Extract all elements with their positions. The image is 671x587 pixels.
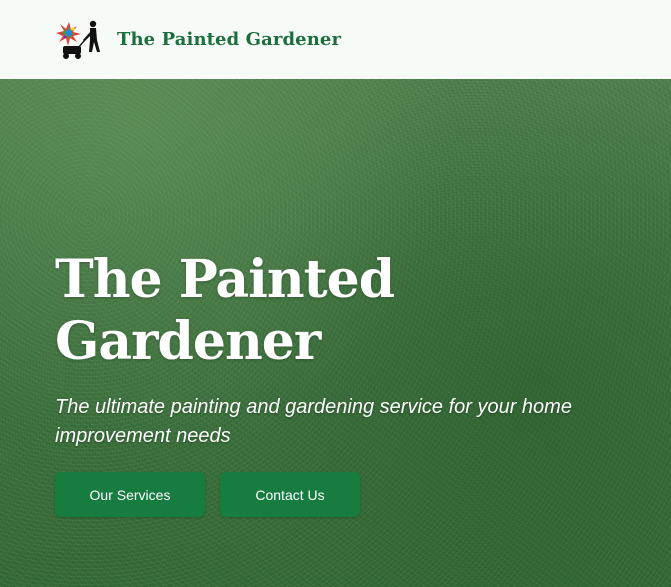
paint-splash-icon: [56, 21, 81, 46]
gardener-logo-icon[interactable]: [55, 18, 107, 62]
hero-section: The Painted Gardener The ultimate painti…: [0, 79, 671, 587]
brand-name[interactable]: The Painted Gardener: [117, 29, 341, 50]
hero-title: The Painted Gardener: [55, 249, 475, 373]
contact-us-button[interactable]: Contact Us: [220, 472, 360, 517]
hero-title-line-1: The Painted: [55, 249, 395, 310]
hero-title-line-2: Gardener: [55, 311, 321, 372]
hero-subtitle: The ultimate painting and gardening serv…: [55, 396, 572, 447]
our-services-button[interactable]: Our Services: [55, 472, 205, 517]
site-header: The Painted Gardener: [0, 0, 671, 79]
